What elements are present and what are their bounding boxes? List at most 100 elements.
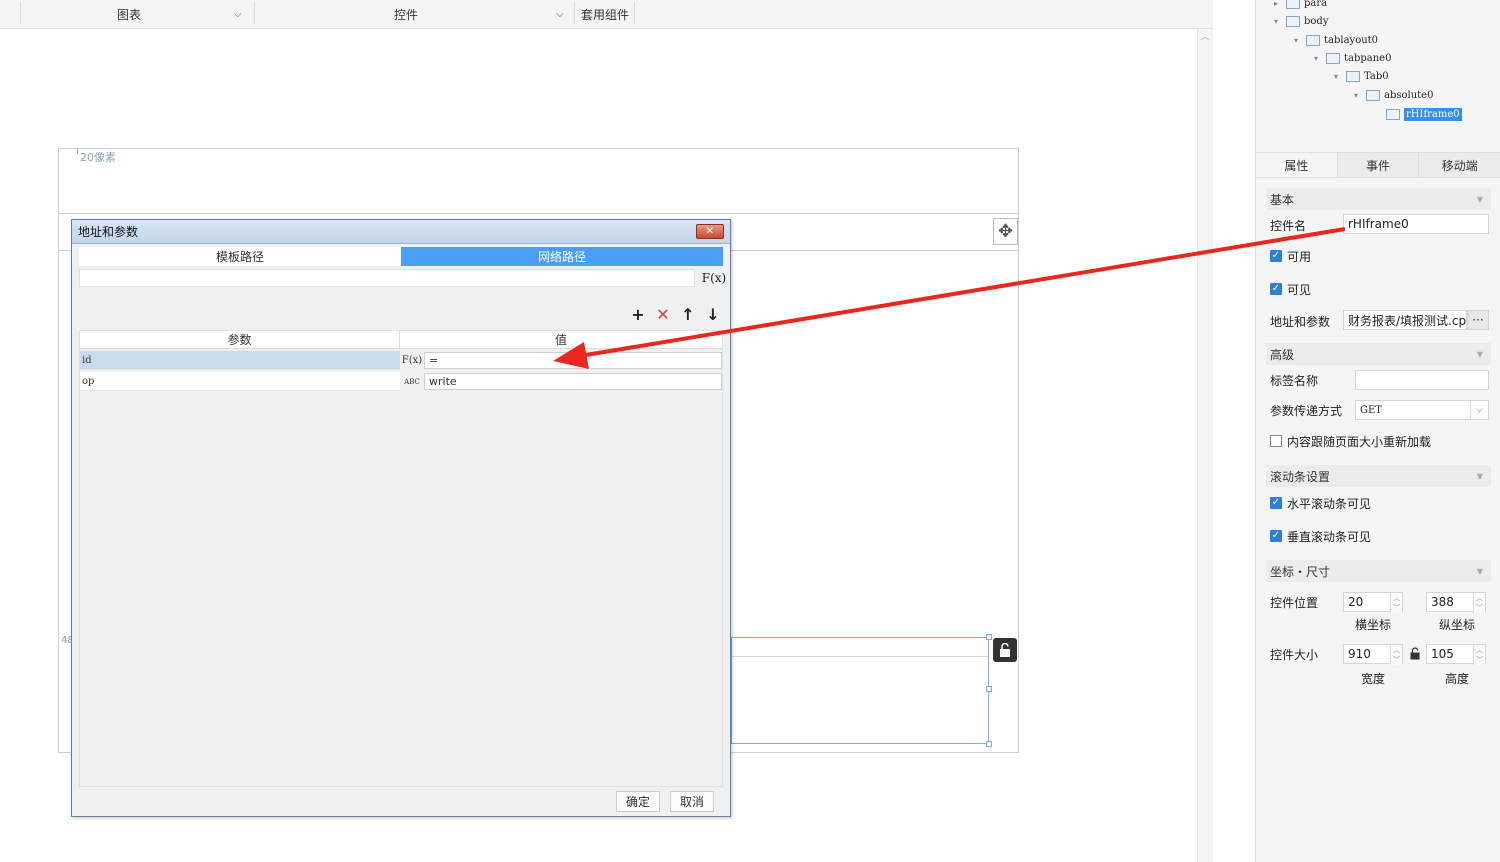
collapse-arrow-icon[interactable]: ▼ [1477,567,1483,576]
resize-handle[interactable] [986,741,992,747]
address-input[interactable]: 财务报表/填报测试.cpt [1343,310,1467,330]
collapse-arrow-icon[interactable]: ▼ [1477,472,1483,481]
spin-up-icon[interactable]: ︿ [1393,593,1400,603]
tree-item-para[interactable]: ▸ para [1274,0,1327,12]
section-scrollbar[interactable]: 滚动条设置 ▼ [1266,465,1491,487]
pos-y-input[interactable]: 388 ︿ ﹀ [1426,592,1486,613]
collapse-arrow-icon[interactable]: ▼ [1477,195,1483,204]
selected-iframe-widget[interactable] [731,634,992,747]
width-input[interactable]: 910 ︿ ﹀ [1343,644,1403,665]
scroll-up-icon[interactable]: ︿ [1201,31,1209,42]
cancel-button[interactable]: 取消 [670,791,714,812]
pos-x-input[interactable]: 20 ︿ ﹀ [1343,592,1403,613]
hscroll-checkbox-row[interactable]: ✓ 水平滚动条可见 [1270,493,1371,513]
enabled-label: 可用 [1287,249,1312,264]
tree-item-iframe[interactable]: rHIframe0 [1386,106,1462,123]
address-more-button[interactable]: ··· [1467,310,1489,330]
y-caption: 纵坐标 [1439,618,1476,632]
table-row[interactable]: id F(x) = [80,351,722,370]
chart-menu-label[interactable]: 图表 [117,0,141,29]
vscroll-checkbox-row[interactable]: ✓ 垂直滚动条可见 [1270,526,1371,546]
dialog-title-bar[interactable]: 地址和参数 ✕ [72,220,730,244]
para-node-icon [1286,0,1300,9]
url-input[interactable] [79,269,695,287]
chevron-down-icon[interactable]: ⌵ [556,0,564,29]
section-advanced[interactable]: 高级 ▼ [1266,343,1491,365]
tab-network-path[interactable]: 网络路径 [401,247,723,266]
height-spinner[interactable]: ︿ ﹀ [1473,645,1485,665]
ok-button[interactable]: 确定 [616,791,660,812]
lock-ratio-icon[interactable] [1410,647,1420,663]
enabled-checkbox[interactable]: ✓ [1270,250,1282,262]
position-label: 控件位置 [1270,595,1319,610]
canvas-vertical-scrollbar[interactable]: ︿ [1197,29,1213,862]
collapsed-triangle-icon[interactable]: ▸ [1274,0,1282,8]
hscroll-checkbox[interactable]: ✓ [1270,497,1282,509]
close-icon[interactable]: ✕ [696,224,724,239]
tree-item-label: absolute0 [1384,90,1434,101]
chevron-down-icon[interactable]: ⌵ [1470,401,1488,419]
widget-name-input[interactable]: rHIframe0 [1343,214,1489,234]
unlock-icon[interactable] [993,638,1017,662]
height-input[interactable]: 105 ︿ ﹀ [1426,644,1486,665]
tree-item-tabpane[interactable]: ▾ tabpane0 [1314,50,1391,67]
tab-mobile[interactable]: 移动端 [1419,153,1500,177]
param-method-value: GET [1360,404,1382,416]
expanded-triangle-icon[interactable]: ▾ [1334,72,1342,81]
chevron-down-icon[interactable]: ⌵ [234,0,242,29]
tag-name-input[interactable] [1355,370,1489,390]
visible-checkbox-row[interactable]: ✓ 可见 [1270,279,1311,299]
tree-item-tablayout[interactable]: ▾ tablayout0 [1294,32,1378,49]
param-method-select[interactable]: GET ⌵ [1355,400,1489,420]
tab-properties[interactable]: 属性 [1256,153,1338,177]
expanded-triangle-icon[interactable]: ▾ [1314,54,1322,63]
tree-item-absolute[interactable]: ▾ absolute0 [1354,87,1433,104]
expanded-triangle-icon[interactable]: ▾ [1294,36,1302,45]
tab-template-path[interactable]: 模板路径 [79,247,401,266]
add-widget-icon[interactable]: ✥ [993,218,1018,245]
add-icon[interactable]: + [629,305,647,324]
enabled-checkbox-row[interactable]: ✓ 可用 [1270,246,1311,266]
spin-up-icon[interactable]: ︿ [1476,645,1483,655]
pos-y-spinner[interactable]: ︿ ﹀ [1473,593,1485,613]
param-value-cell[interactable]: = [424,352,722,369]
param-method-label: 参数传递方式 [1270,403,1343,418]
spin-down-icon[interactable]: ﹀ [1476,655,1483,665]
spin-down-icon[interactable]: ﹀ [1393,603,1400,613]
move-up-icon[interactable]: ↑ [679,305,697,324]
tree-item-tab[interactable]: ▾ Tab0 [1334,68,1389,85]
expanded-triangle-icon[interactable]: ▾ [1274,17,1282,26]
param-name-cell[interactable]: id [80,351,400,370]
tab-events[interactable]: 事件 [1337,153,1420,177]
expanded-triangle-icon[interactable]: ▾ [1354,91,1362,100]
table-row[interactable]: op ABC write [80,372,722,391]
text-type-icon[interactable]: ABC [401,372,423,391]
resize-handle[interactable] [986,634,992,640]
spin-down-icon[interactable]: ﹀ [1476,603,1483,613]
collapse-arrow-icon[interactable]: ▼ [1477,350,1483,359]
visible-checkbox[interactable]: ✓ [1270,283,1282,295]
reload-checkbox-row[interactable]: 内容跟随页面大小重新加载 [1270,431,1431,451]
resize-handle[interactable] [986,686,992,692]
delete-icon[interactable]: ✕ [654,305,672,324]
section-title: 高级 [1270,347,1295,362]
section-coordinates[interactable]: 坐标・尺寸 ▼ [1266,560,1491,582]
vscroll-checkbox[interactable]: ✓ [1270,530,1282,542]
formula-button[interactable]: F(x) [702,269,726,287]
param-value-cell[interactable]: write [424,373,722,390]
toolbar-separator [574,2,575,24]
width-spinner[interactable]: ︿ ﹀ [1390,645,1402,665]
spin-down-icon[interactable]: ﹀ [1393,655,1400,665]
formula-type-icon[interactable]: F(x) [401,351,423,370]
move-down-icon[interactable]: ↓ [704,305,722,324]
pos-x-spinner[interactable]: ︿ ﹀ [1390,593,1402,613]
tree-item-body[interactable]: ▾ body [1274,13,1328,30]
spin-up-icon[interactable]: ︿ [1476,593,1483,603]
template-widget-menu-label[interactable]: 套用组件 [581,0,629,29]
spin-up-icon[interactable]: ︿ [1393,645,1400,655]
section-basic[interactable]: 基本 ▼ [1266,188,1491,210]
param-name-cell[interactable]: op [80,372,400,391]
reload-checkbox[interactable] [1270,435,1282,447]
x-caption: 横坐标 [1355,618,1392,632]
widget-menu-label[interactable]: 控件 [394,0,418,29]
